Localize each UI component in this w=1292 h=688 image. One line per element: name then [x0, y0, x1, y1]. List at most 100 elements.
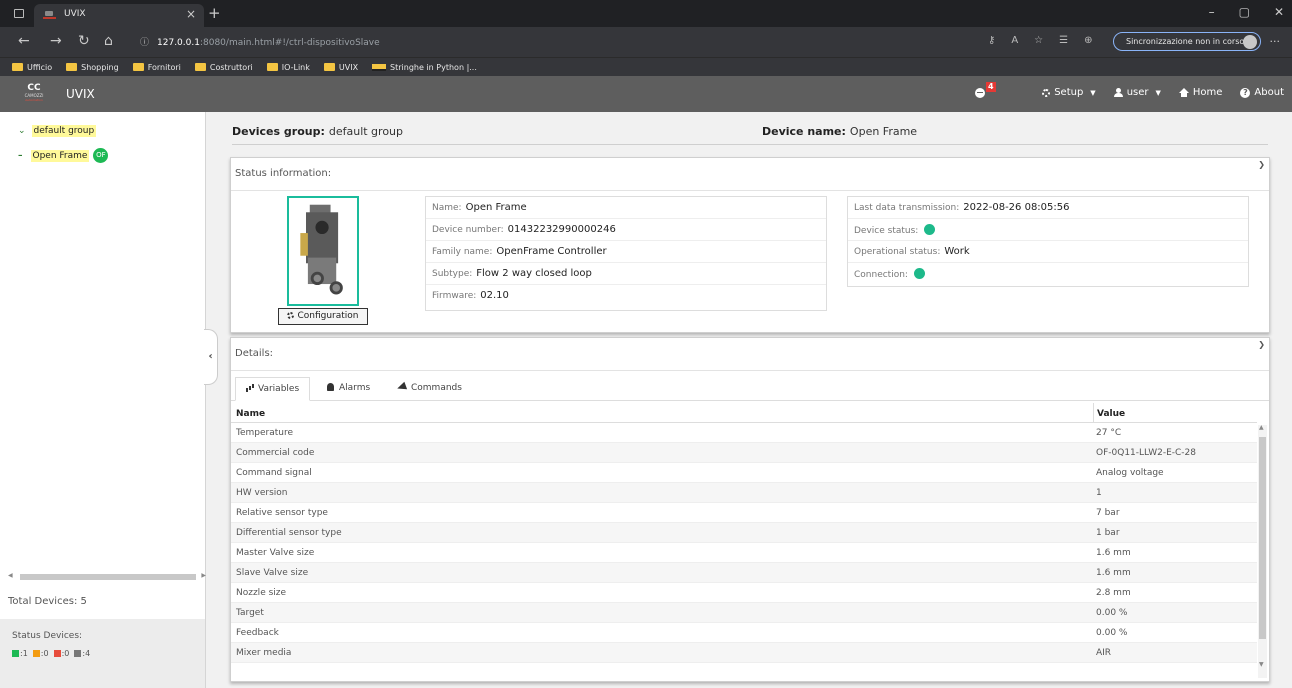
bookmark-site-icon [372, 63, 387, 71]
table-header: Name Value [231, 403, 1257, 423]
bookmarks-bar: Ufficio Shopping Fornitori Costruttori I… [0, 57, 1292, 76]
tree-group-label: default group [31, 125, 97, 137]
status-counts: :1 :0 :0 :4 [12, 649, 95, 658]
info-row-device-status: Device status: [848, 219, 1248, 241]
setup-menu[interactable]: Setup ▼ [1042, 87, 1096, 98]
url-input[interactable]: ⓘ 127.0.0.1:8080/main.html#!/ctrl-disposi… [130, 31, 980, 53]
bookmark-costruttori[interactable]: Costruttori [194, 63, 253, 72]
scroll-up-icon[interactable]: ▲ [1259, 424, 1264, 431]
table-row[interactable]: Master Valve size 1.6 mm [231, 543, 1257, 563]
bookmark-io-link[interactable]: IO-Link [266, 63, 310, 72]
scrollbar-thumb[interactable] [20, 574, 196, 580]
tab-title: UVIX [64, 9, 86, 19]
site-info-icon[interactable]: ⓘ [140, 38, 149, 48]
bookmark-shopping[interactable]: Shopping [66, 63, 119, 72]
table-row[interactable]: Commercial code OF-0Q11-LLW2-E-C-28 [231, 443, 1257, 463]
browser-titlebar: UVIX × + – ▢ ✕ [0, 0, 1292, 27]
sync-status-button[interactable]: Sincronizzazione non in corso [1113, 32, 1261, 51]
bookmark-stringhe[interactable]: Stringhe in Python |... [372, 63, 477, 72]
read-aloud-icon[interactable]: A [1011, 35, 1018, 46]
collections-icon[interactable]: ⊕ [1084, 35, 1092, 46]
notifications-globe-icon[interactable] [975, 88, 985, 98]
favicon-icon [43, 11, 57, 20]
close-window-button[interactable]: ✕ [1274, 5, 1284, 19]
tab-commands[interactable]: Commands [387, 377, 472, 401]
sync-label: Sincronizzazione non in corso [1126, 37, 1245, 46]
device-header: Devices group: default group Device name:… [232, 123, 1268, 145]
info-row-device-number: Device number: 01432232990000246 [426, 219, 826, 241]
user-icon [1113, 88, 1123, 97]
reload-icon[interactable]: ↻ [78, 33, 90, 49]
new-tab-button[interactable]: + [208, 4, 221, 22]
device-type-badge: OF [93, 148, 109, 163]
chevron-down-icon[interactable]: ⌄ [18, 126, 26, 136]
about-link[interactable]: ? About [1240, 87, 1284, 98]
sidebar-collapse-toggle[interactable]: ‹ [204, 329, 218, 385]
collapse-chevron-icon[interactable]: ❯ [1258, 340, 1265, 349]
tab-variables[interactable]: Variables [235, 377, 311, 401]
table-row[interactable]: Feedback 0.00 % [231, 623, 1257, 643]
tree-branch-icon: – [18, 150, 23, 161]
table-vertical-scrollbar[interactable]: ▲ ▼ [1258, 424, 1267, 678]
gear-icon [287, 312, 295, 319]
folder-icon [266, 63, 278, 71]
table-row[interactable]: Mixer media AIR [231, 643, 1257, 663]
column-header-value[interactable]: Value [1093, 403, 1125, 423]
forward-icon[interactable]: → [50, 33, 62, 49]
table-row[interactable]: Slave Valve size 1.6 mm [231, 563, 1257, 583]
status-error-square-icon [53, 650, 61, 657]
minimize-button[interactable]: – [1209, 5, 1215, 19]
scrollbar-thumb[interactable] [1259, 437, 1266, 639]
scroll-right-icon[interactable]: ▶ [201, 572, 206, 579]
key-icon[interactable]: ⚷ [988, 35, 995, 46]
table-row[interactable]: Command signal Analog voltage [231, 463, 1257, 483]
send-icon [395, 381, 408, 393]
scroll-down-icon[interactable]: ▼ [1259, 661, 1264, 668]
configuration-button[interactable]: Configuration [278, 308, 368, 325]
user-menu[interactable]: user ▼ [1113, 87, 1161, 98]
table-row[interactable]: Relative sensor type 7 bar [231, 503, 1257, 523]
device-info-box: Name: Open Frame Device number: 0143223299… [425, 196, 827, 311]
info-row-connection: Connection: [848, 263, 1248, 285]
more-menu-icon[interactable]: ··· [1270, 35, 1281, 48]
tree-item-label: Open Frame [30, 149, 90, 162]
column-header-name[interactable]: Name [236, 409, 265, 419]
sidebar-horizontal-scrollbar[interactable]: ◀ ▶ [8, 572, 206, 582]
table-row[interactable]: Differential sensor type 1 bar [231, 523, 1257, 543]
bookmark-uvix[interactable]: UVIX [323, 63, 358, 72]
scroll-left-icon[interactable]: ◀ [8, 572, 13, 579]
tab-alarms[interactable]: Alarms [317, 377, 380, 401]
tree-group-default[interactable]: ⌄ default group [18, 125, 97, 137]
bar-chart-icon [246, 384, 254, 392]
count-error: 0 [64, 649, 70, 658]
device-name: Device name: Open Frame [762, 125, 918, 138]
table-row[interactable]: Nozzle size 2.8 mm [231, 583, 1257, 603]
tab-close-icon[interactable]: × [186, 7, 196, 21]
table-row[interactable]: HW version 1 [231, 483, 1257, 503]
variables-table: Name Value Temperature 27 °C Commercial c… [231, 403, 1269, 681]
home-icon[interactable]: ⌂ [104, 33, 113, 49]
collapse-chevron-icon[interactable]: ❯ [1258, 160, 1265, 169]
camozzi-logo[interactable]: CC CAMOZZI Automation [22, 84, 46, 104]
folder-icon [323, 63, 335, 71]
tree-item-open-frame[interactable]: – Open Frame OF [18, 148, 109, 163]
home-link[interactable]: Home [1178, 87, 1222, 98]
question-icon: ? [1240, 87, 1251, 98]
table-row[interactable]: Temperature 27 °C [231, 423, 1257, 443]
browser-tab[interactable]: UVIX × [34, 4, 204, 27]
connection-ok-icon [913, 268, 925, 279]
back-icon[interactable]: ← [18, 33, 30, 49]
bookmark-fornitori[interactable]: Fornitori [132, 63, 181, 72]
details-panel-title: Details: [231, 338, 1269, 371]
address-bar-icons: ⚷ A ☆ ☰ ⊕ [988, 35, 1093, 46]
caret-down-icon: ▼ [1090, 88, 1096, 97]
address-bar-row: ← → ↻ ⌂ ⓘ 127.0.0.1:8080/main.html#!/ctrl… [0, 27, 1292, 57]
favorite-add-icon[interactable]: ☆ [1034, 35, 1043, 46]
bookmark-ufficio[interactable]: Ufficio [12, 63, 52, 72]
restore-button[interactable]: ▢ [1239, 5, 1250, 19]
favorites-icon[interactable]: ☰ [1059, 35, 1068, 46]
gear-icon [1042, 88, 1051, 97]
tab-actions-icon[interactable] [14, 9, 24, 18]
folder-icon [132, 63, 144, 71]
table-row[interactable]: Target 0.00 % [231, 603, 1257, 623]
